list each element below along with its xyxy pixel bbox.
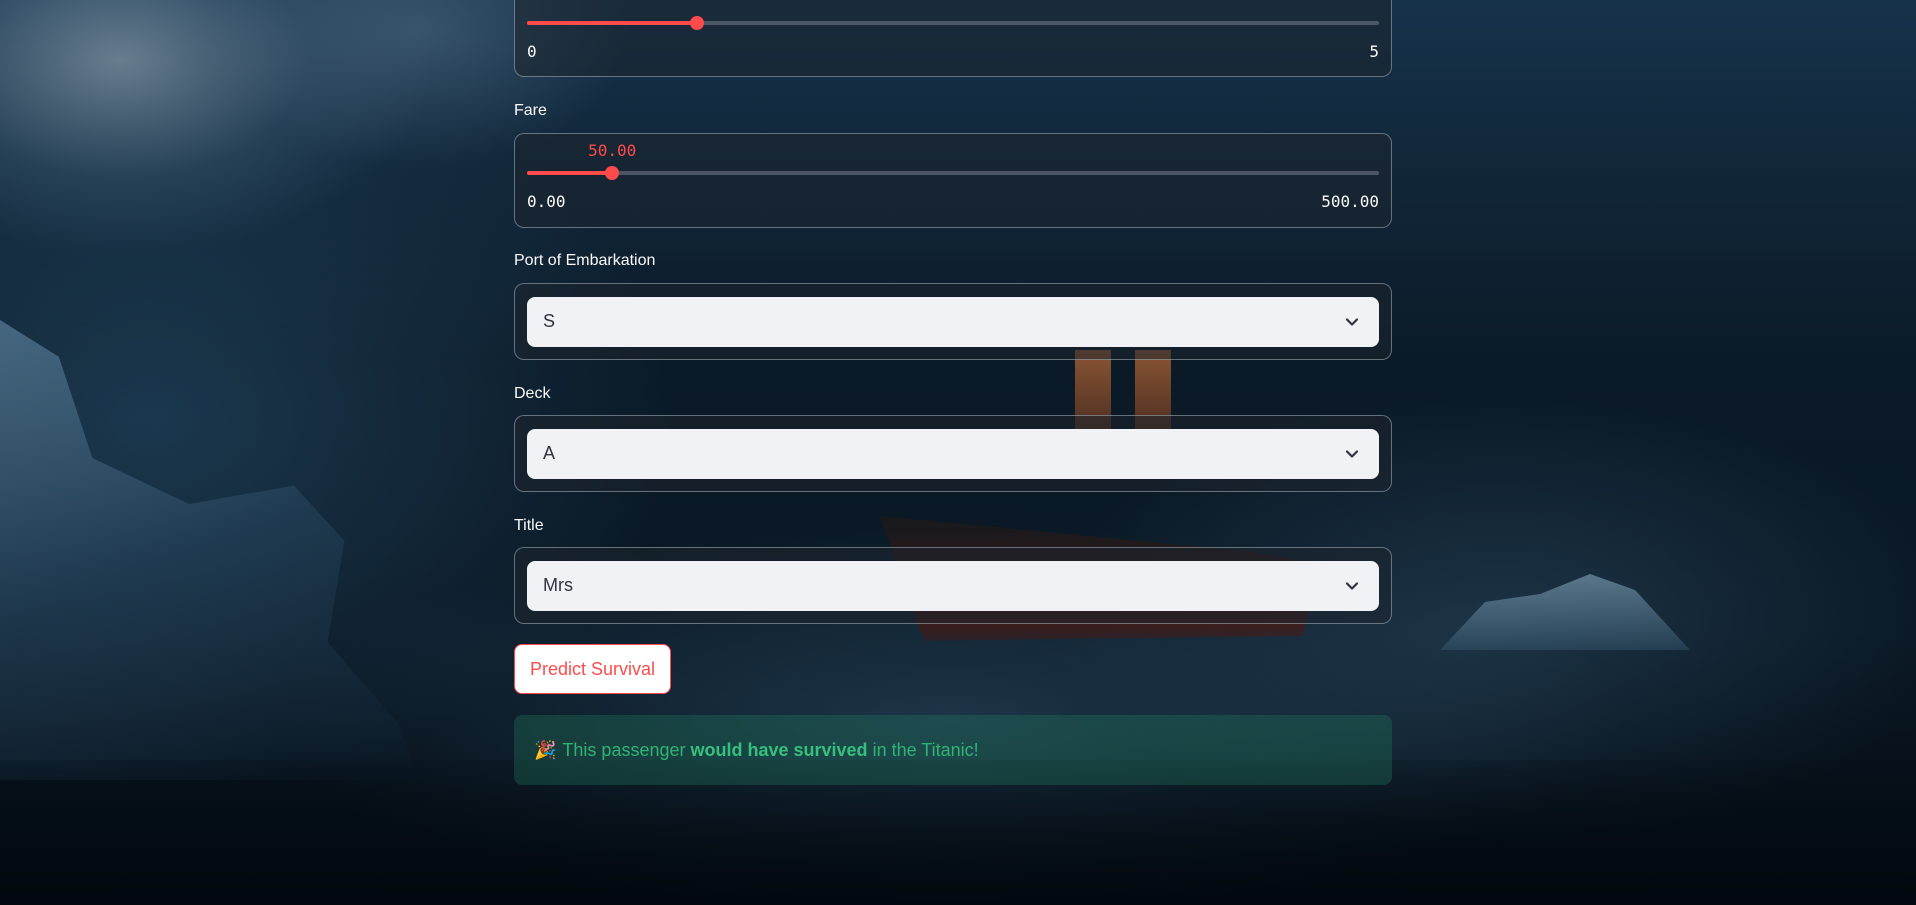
iceberg-left	[0, 320, 420, 780]
predict-survival-button[interactable]: Predict Survival	[514, 644, 672, 694]
title-select[interactable]: Mrs	[527, 561, 1379, 611]
fare-slider-fill	[527, 171, 613, 175]
fare-slider-container: 50.00 0.00 500.00	[514, 133, 1392, 228]
deck-select[interactable]: A	[527, 429, 1379, 479]
title-select-container: Mrs	[514, 547, 1392, 624]
parch-slider-min: 0	[527, 42, 537, 61]
fare-slider-min: 0.00	[527, 192, 566, 211]
embarkation-select-value: S	[543, 311, 556, 331]
deck-select-value: A	[543, 443, 556, 463]
embarkation-select-container: S	[514, 283, 1392, 360]
iceberg-right	[1440, 574, 1690, 650]
parch-slider-track[interactable]	[527, 16, 1379, 30]
fare-slider-thumb[interactable]	[605, 166, 620, 180]
result-strong: would have survived	[690, 740, 868, 760]
parch-slider-max: 5	[1369, 42, 1379, 61]
party-popper-icon: 🎉	[534, 740, 557, 760]
fare-slider-max: 500.00	[1321, 192, 1379, 211]
fare-slider-value: 50.00	[588, 141, 637, 160]
title-select-value: Mrs	[543, 575, 573, 595]
chevron-down-icon[interactable]	[1345, 315, 1359, 329]
result-prefix: This passenger	[562, 740, 691, 760]
parch-slider-container: 1 0 5	[514, 0, 1392, 77]
result-suffix: in the Titanic!	[867, 740, 979, 760]
deck-select-container: A	[514, 415, 1392, 492]
survival-result-alert: 🎉 This passenger would have survived in t…	[514, 715, 1392, 785]
chevron-down-icon[interactable]	[1345, 579, 1359, 593]
deck-label: Deck	[514, 385, 551, 402]
parch-slider-thumb[interactable]	[690, 16, 705, 30]
title-label: Title	[514, 517, 544, 534]
embarkation-label: Port of Embarkation	[514, 252, 656, 269]
fare-slider-track[interactable]	[527, 166, 1379, 180]
fare-label: Fare	[514, 102, 547, 119]
parch-slider-fill	[527, 21, 698, 25]
chevron-down-icon[interactable]	[1345, 447, 1359, 461]
embarkation-select[interactable]: S	[527, 297, 1379, 347]
